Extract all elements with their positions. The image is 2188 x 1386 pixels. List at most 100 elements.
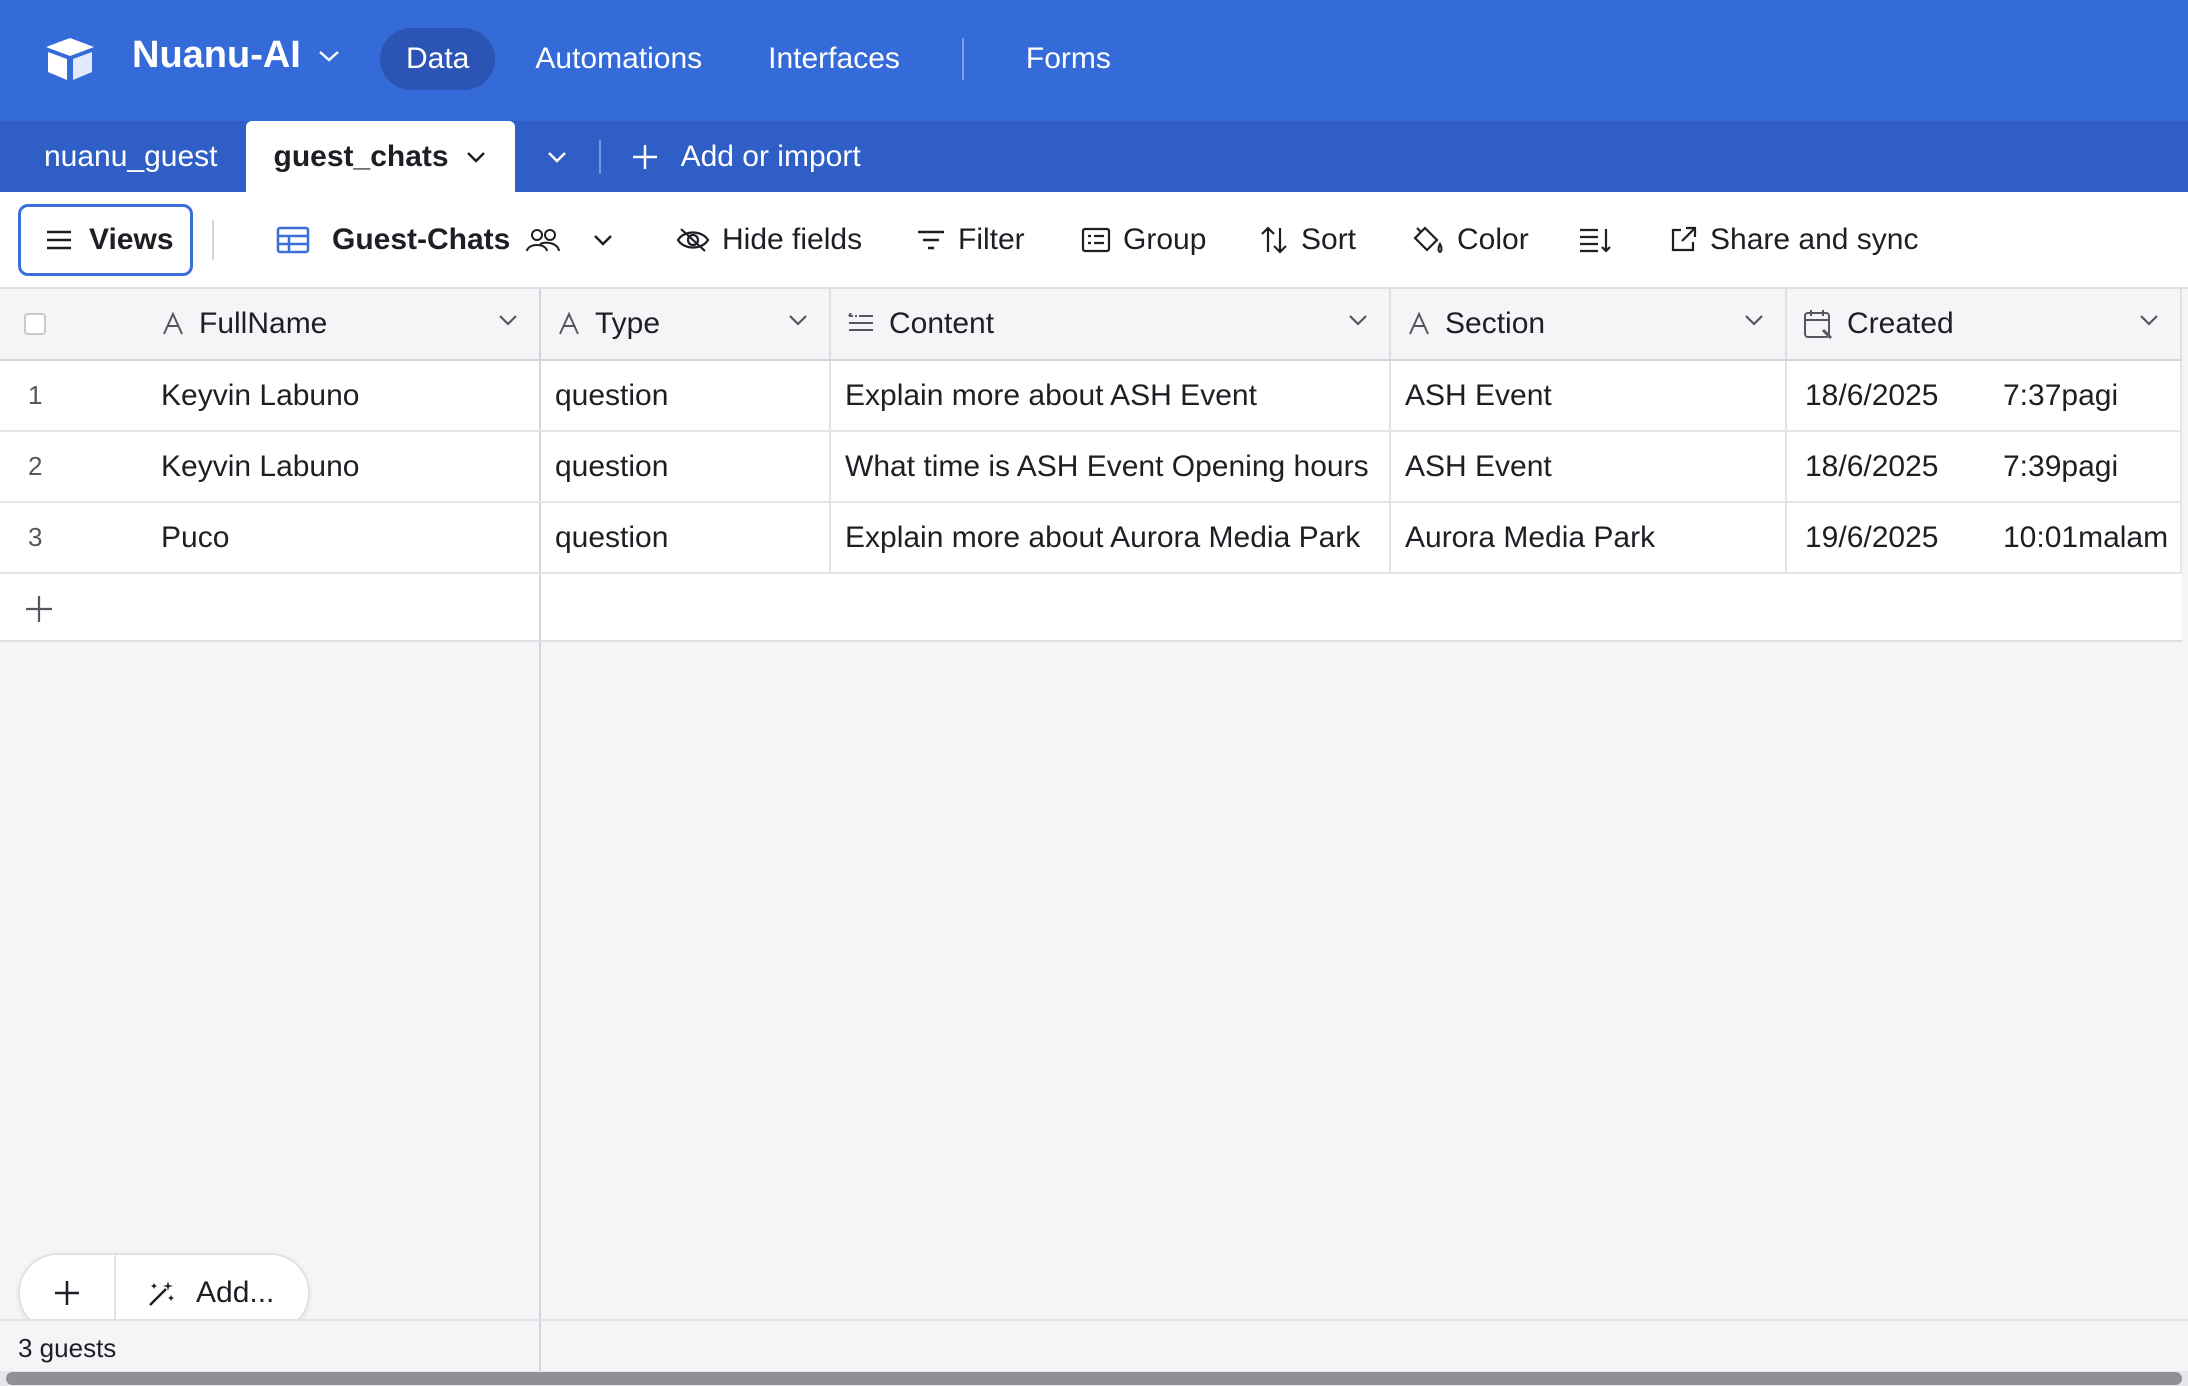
hide-fields-label: Hide fields (722, 223, 863, 256)
collaborative-users-icon (526, 229, 561, 252)
cell-content[interactable]: Explain more about Aurora Media Park (831, 503, 1391, 572)
nav-data[interactable]: Data (380, 28, 496, 90)
chevron-down-icon (466, 151, 485, 163)
text-field-icon (163, 312, 183, 335)
column-header-created[interactable]: Created (1787, 289, 2182, 359)
row-number: 1 (28, 380, 43, 410)
calendar-icon (1804, 310, 1833, 340)
cell-created[interactable]: 19/6/2025 10:01malam (1787, 503, 2182, 572)
share-sync-label: Share and sync (1710, 223, 1919, 256)
app-logo-icon (46, 38, 94, 80)
view-name: Guest-Chats (332, 223, 511, 256)
workspace-switcher[interactable]: Nuanu-AI (132, 34, 341, 77)
all-tables-menu[interactable] (515, 121, 599, 192)
record-count: 3 guests (18, 1333, 117, 1363)
table-row[interactable]: 1 Keyvin Labuno question Explain more ab… (0, 361, 2182, 432)
filter-icon (918, 230, 944, 250)
group-label: Group (1123, 223, 1207, 256)
chevron-down-icon (789, 315, 807, 326)
nav-divider (961, 38, 964, 80)
cell-fullname[interactable]: Puco (145, 503, 541, 572)
cell-content[interactable]: Explain more about ASH Event (831, 361, 1391, 430)
view-toolbar: Views Guest-Chats Hide fields Filter Gro… (0, 192, 2188, 289)
cell-fullname[interactable]: Keyvin Labuno (145, 432, 541, 501)
text-field-icon (1409, 312, 1429, 335)
add-record-row[interactable] (0, 574, 2182, 642)
cell-section[interactable]: ASH Event (1391, 432, 1787, 501)
hide-fields-button[interactable]: Hide fields (676, 212, 862, 268)
grid-view-icon (276, 226, 310, 254)
share-sync-button[interactable]: Share and sync (1668, 212, 1918, 268)
table-row[interactable]: 2 Keyvin Labuno question What time is AS… (0, 432, 2182, 503)
scrollbar-thumb[interactable] (6, 1372, 2182, 1385)
row-height-button[interactable] (1578, 212, 1624, 268)
column-header-section[interactable]: Section (1391, 289, 1787, 359)
row-height-icon (1580, 228, 1611, 253)
nav-automations[interactable]: Automations (509, 28, 728, 90)
views-button[interactable]: Views (18, 204, 193, 276)
pane-divider (539, 574, 541, 640)
toolbar-divider (212, 220, 214, 260)
horizontal-scrollbar[interactable] (0, 1371, 2188, 1386)
column-header-type[interactable]: Type (541, 289, 831, 359)
sort-button[interactable]: Sort (1259, 212, 1356, 268)
cell-type[interactable]: question (541, 361, 831, 430)
plus-icon (632, 144, 657, 169)
cell-type[interactable]: question (541, 503, 831, 572)
cell-fullname[interactable]: Keyvin Labuno (145, 361, 541, 430)
select-all-cell[interactable] (0, 289, 145, 359)
sort-icon (1261, 226, 1287, 254)
add-with-ai-button[interactable]: Add... (116, 1276, 274, 1310)
cell-type[interactable]: question (541, 432, 831, 501)
select-all-checkbox[interactable] (24, 313, 46, 335)
grid-area: FullName Type Content Section Created 1 … (0, 289, 2188, 1333)
tab-guest-chats[interactable]: guest_chats (245, 121, 515, 192)
column-label: FullName (199, 307, 328, 340)
group-icon (1081, 227, 1111, 253)
add-or-import-label: Add or import (680, 139, 861, 173)
app-title: Nuanu-AI (132, 34, 301, 76)
cell-created[interactable]: 18/6/2025 7:37pagi (1787, 361, 2182, 430)
tab-nuanu-guest[interactable]: nuanu_guest (0, 121, 246, 192)
nav-forms[interactable]: Forms (1000, 28, 1137, 90)
tab-label: guest_chats (273, 140, 449, 173)
column-label: Section (1445, 307, 1546, 340)
view-switcher[interactable]: Guest-Chats (276, 212, 626, 268)
nav-interfaces[interactable]: Interfaces (742, 28, 926, 90)
chevron-down-icon (547, 151, 566, 163)
table-tab-bar: nuanu_guest guest_chats Add or import (0, 121, 2188, 192)
column-label: Content (889, 307, 995, 340)
filter-button[interactable]: Filter (916, 212, 1025, 268)
pane-divider (539, 1321, 541, 1373)
chevron-down-icon (2140, 315, 2158, 326)
table-row[interactable]: 3 Puco question Explain more about Auror… (0, 503, 2182, 574)
magic-wand-icon (149, 1281, 174, 1306)
created-date: 18/6/2025 (1805, 449, 1939, 483)
add-or-import-button[interactable]: Add or import (601, 121, 891, 192)
column-header-row: FullName Type Content Section Created (0, 289, 2182, 361)
top-header: Nuanu-AI Data Automations Interfaces For… (0, 0, 2188, 121)
text-field-icon (559, 312, 579, 335)
external-link-icon (1671, 226, 1697, 252)
group-button[interactable]: Group (1081, 212, 1206, 268)
cell-section[interactable]: ASH Event (1391, 361, 1787, 430)
row-number: 2 (28, 451, 43, 481)
created-time: 10:01malam (2003, 520, 2169, 554)
cell-section[interactable]: Aurora Media Park (1391, 503, 1787, 572)
views-label: Views (89, 223, 174, 256)
paint-bucket-icon (1413, 226, 1443, 254)
column-header-content[interactable]: Content (831, 289, 1391, 359)
long-text-field-icon (848, 313, 873, 331)
cell-content[interactable]: What time is ASH Event Opening hours (831, 432, 1391, 501)
add-label: Add... (196, 1276, 275, 1309)
chevron-down-icon (499, 315, 517, 326)
color-button[interactable]: Color (1411, 212, 1529, 268)
created-time: 7:39pagi (2003, 449, 2119, 483)
sort-label: Sort (1301, 223, 1357, 256)
plus-icon (55, 1281, 79, 1305)
row-number: 3 (28, 522, 43, 552)
created-date: 18/6/2025 (1805, 378, 1939, 412)
column-header-fullname[interactable]: FullName (145, 289, 541, 359)
chevron-down-icon (1745, 315, 1763, 326)
cell-created[interactable]: 18/6/2025 7:39pagi (1787, 432, 2182, 501)
